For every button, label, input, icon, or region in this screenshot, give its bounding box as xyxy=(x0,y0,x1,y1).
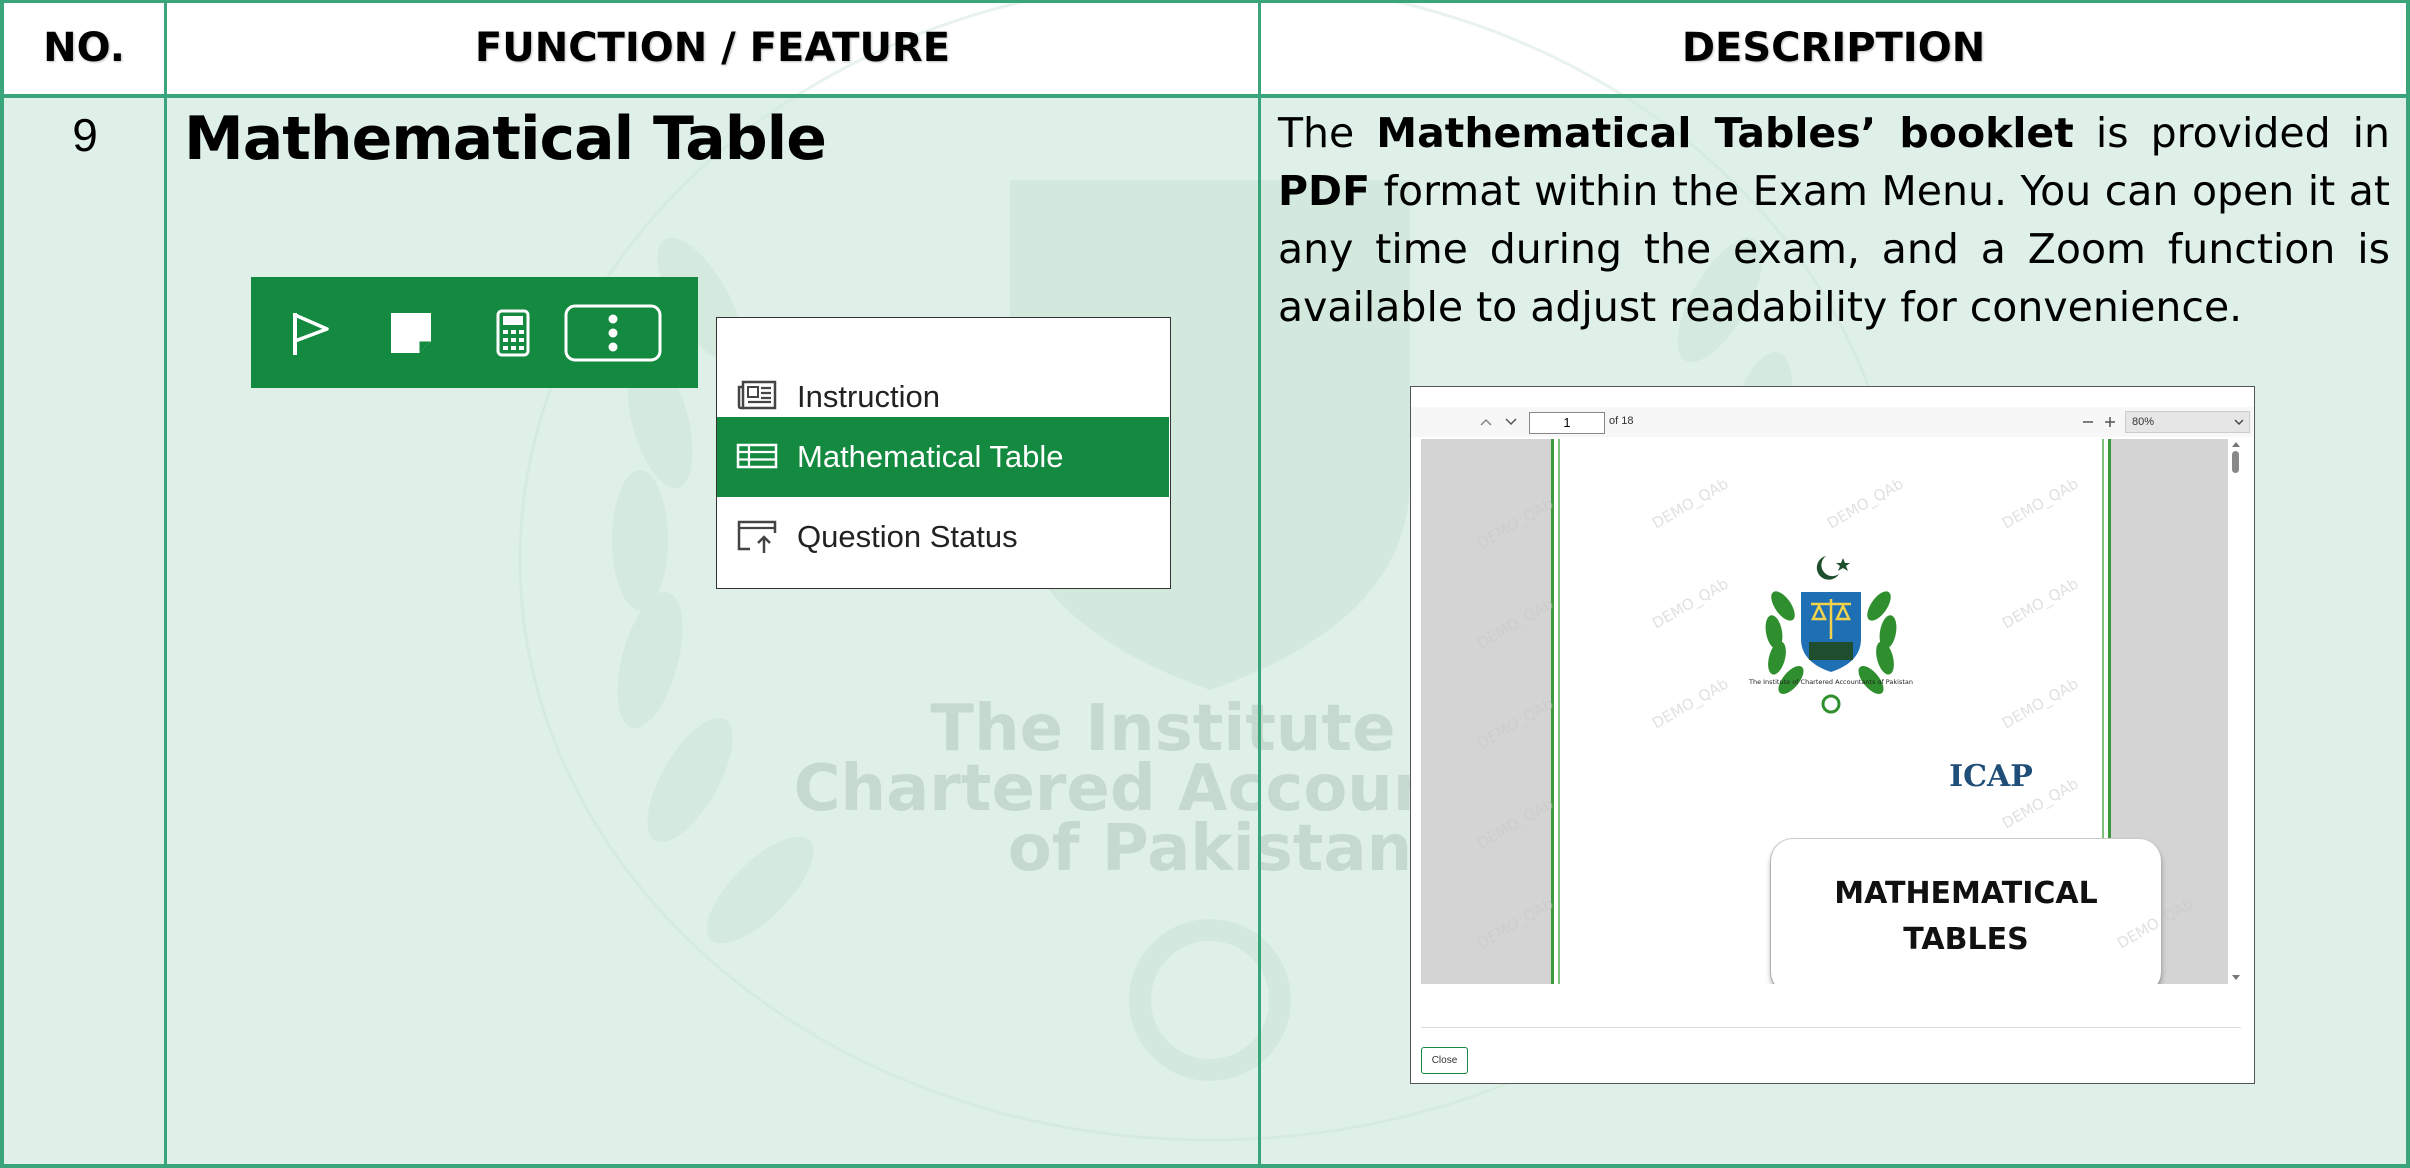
flag-button[interactable] xyxy=(281,277,341,388)
next-page-icon[interactable] xyxy=(1504,417,1518,427)
demo-watermark: DEMO_QAb xyxy=(1999,674,2082,733)
menu-item-label: Question Status xyxy=(797,519,1018,554)
prev-page-icon[interactable] xyxy=(1479,417,1493,427)
header-feature: FUNCTION / FEATURE xyxy=(474,25,951,71)
demo-watermark: DEMO_QAb xyxy=(1474,594,1557,653)
more-options-button[interactable] xyxy=(564,277,662,388)
description-bold-pdf: PDF xyxy=(1278,167,1371,215)
calculator-button[interactable] xyxy=(483,277,543,388)
demo-watermark: DEMO_QAb xyxy=(1649,474,1732,533)
demo-watermark: DEMO_QAb xyxy=(1474,694,1557,753)
demo-watermark: DEMO_QAb xyxy=(1649,674,1732,733)
exam-toolbar xyxy=(251,277,698,388)
zoom-out-icon[interactable] xyxy=(2081,416,2095,428)
zoom-in-icon[interactable] xyxy=(2103,416,2117,428)
table-border-left xyxy=(0,0,4,1168)
scroll-up-icon[interactable] xyxy=(2231,441,2241,448)
exam-menu: Instruction Mathematical Table Question … xyxy=(716,317,1171,589)
pdf-viewport[interactable]: The Institute of Chartered Accountants o… xyxy=(1421,439,2241,984)
close-button[interactable]: Close xyxy=(1421,1047,1468,1074)
feature-title: Mathematical Table xyxy=(184,104,827,174)
menu-item-label: Mathematical Table xyxy=(797,439,1064,474)
page-number-input[interactable]: 1 xyxy=(1529,412,1605,434)
pdf-viewer: 1 of 18 80% The Institute of Chartered A… xyxy=(1410,386,2255,1084)
table-divider-1 xyxy=(164,0,167,1168)
description-part: is provided in xyxy=(2073,109,2390,157)
chevron-down-icon xyxy=(2234,419,2244,425)
demo-watermark: DEMO_QAb xyxy=(1649,574,1732,633)
header-no: NO. xyxy=(43,25,125,71)
demo-watermark: DEMO_QAb xyxy=(1999,774,2082,833)
table-border-right xyxy=(2406,0,2410,1168)
demo-watermark: DEMO_QAb xyxy=(1999,574,2082,633)
page-count: of 18 xyxy=(1609,415,1634,427)
row-number: 9 xyxy=(72,109,98,161)
pdf-footer-divider xyxy=(1421,1027,2241,1028)
menu-item-mathematical-table[interactable]: Mathematical Table xyxy=(717,417,1169,497)
question-status-icon xyxy=(737,520,777,553)
note-icon xyxy=(391,312,431,353)
demo-watermark: DEMO_QAb xyxy=(2114,894,2197,953)
table-divider-2 xyxy=(1258,0,1261,1168)
demo-watermark: DEMO_QAb xyxy=(1824,474,1907,533)
calculator-icon xyxy=(496,309,530,356)
description-bold-booklet: Mathematical Tables’ booklet xyxy=(1376,109,2074,157)
description-text: The Mathematical Tables’ booklet is prov… xyxy=(1278,104,2390,336)
table-icon xyxy=(736,443,778,469)
demo-watermark-layer: DEMO_QAb DEMO_QAb DEMO_QAb DEMO_QAb DEMO… xyxy=(1474,474,2197,953)
pdf-scrollbar[interactable] xyxy=(2228,439,2243,984)
flag-icon xyxy=(293,312,329,355)
header-description: DESCRIPTION xyxy=(1681,25,1986,71)
demo-watermark: DEMO_QAb xyxy=(1474,794,1557,853)
demo-watermark: DEMO_QAb xyxy=(1474,894,1557,953)
scrollbar-thumb[interactable] xyxy=(2232,451,2239,473)
zoom-select[interactable]: 80% xyxy=(2125,411,2250,433)
demo-watermark: DEMO_QAb xyxy=(1474,494,1557,553)
demo-watermark: DEMO_QAb xyxy=(1999,474,2082,533)
zoom-value: 80% xyxy=(2132,416,2155,428)
instruction-icon xyxy=(737,380,777,410)
note-button[interactable] xyxy=(381,277,441,388)
slide: The Institute of Chartered Accountants o… xyxy=(0,0,2410,1168)
scroll-down-icon[interactable] xyxy=(2231,974,2241,981)
table-border-bottom xyxy=(0,1164,2410,1168)
menu-item-label: Instruction xyxy=(797,379,941,414)
more-options-icon xyxy=(564,304,662,361)
description-part: The xyxy=(1278,109,1377,157)
menu-item-question-status[interactable]: Question Status xyxy=(717,497,1169,577)
description-part: format within the Exam Menu. You can ope… xyxy=(1278,167,2390,331)
